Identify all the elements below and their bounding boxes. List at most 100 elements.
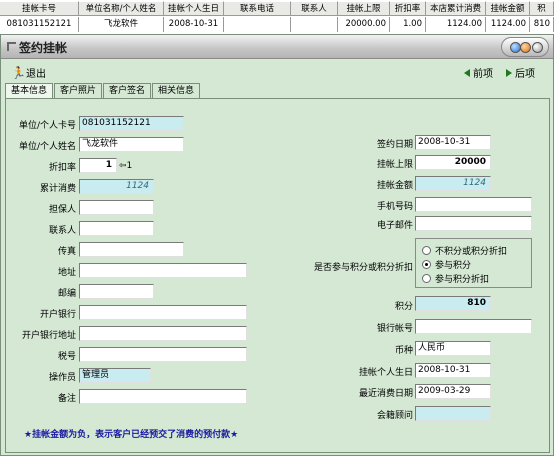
grid-header-birthday[interactable]: 挂帐个人生日 [164, 1, 224, 16]
radio-no-points[interactable]: 不积分或积分折扣 [422, 244, 507, 257]
title-bracket-icon [7, 42, 16, 51]
mobile-field[interactable] [415, 197, 532, 212]
last-consume-label: 最近消费日期 [358, 389, 413, 399]
tab-strip: 基本信息 客户照片 客户签名 相关信息 [5, 83, 201, 99]
email-label: 电子邮件 [376, 221, 413, 231]
arrow-left-icon [464, 68, 470, 77]
bank-address-label: 开户银行地址 [21, 331, 76, 341]
points-field[interactable]: 810 [415, 296, 491, 311]
close-icon[interactable] [532, 42, 543, 53]
grid-header-name[interactable]: 单位名称/个人姓名 [79, 1, 164, 16]
account-grid: 挂帐卡号 单位名称/个人姓名 挂帐个人生日 联系电话 联系人 挂帐上限 折扣率 … [0, 0, 554, 33]
currency-label: 币种 [394, 346, 413, 356]
postcode-label: 邮编 [57, 289, 76, 299]
grid-data-row[interactable]: 081031152121 飞龙软件 2008-10-31 20000.00 1.… [0, 17, 554, 32]
exit-button[interactable]: 🏃 退出 [11, 65, 46, 81]
bank-label: 开户银行 [39, 310, 76, 320]
operator-label: 操作员 [48, 373, 76, 383]
next-label: 后项 [515, 69, 535, 80]
tab-related-info[interactable]: 相关信息 [152, 83, 201, 98]
prev-button[interactable]: 前项 [464, 65, 493, 80]
grid-header-points[interactable]: 积 [530, 1, 554, 16]
card-no-label: 单位/个人卡号 [18, 121, 76, 131]
grid-header-card-no[interactable]: 挂帐卡号 [0, 1, 79, 16]
bank-account-field[interactable] [415, 319, 532, 334]
email-field[interactable] [415, 216, 532, 231]
contact-field[interactable] [79, 221, 154, 236]
radio-join-points-circle[interactable] [422, 260, 431, 269]
grid-header-total-consume[interactable]: 本店累计消费 [426, 1, 486, 16]
charge-amount-field[interactable]: 1124 [415, 176, 491, 191]
radio-points-discount-label: 参与积分折扣 [435, 275, 490, 285]
charge-amount-label: 挂帐金额 [376, 181, 413, 191]
grid-header-discount[interactable]: 折扣率 [390, 1, 426, 16]
bank-field[interactable] [79, 305, 247, 320]
sign-date-label: 签约日期 [376, 140, 413, 150]
last-consume-field[interactable]: 2009-03-29 [415, 384, 491, 399]
tax-no-label: 税号 [57, 352, 76, 362]
card-no-field[interactable]: 081031152121 [79, 116, 184, 131]
radio-points-discount-circle[interactable] [422, 274, 431, 283]
maximize-icon[interactable] [520, 42, 531, 53]
grid-cell-discount: 1.00 [390, 17, 426, 32]
name-label: 单位/个人姓名 [18, 142, 76, 152]
name-field[interactable]: 飞龙软件 [79, 137, 184, 152]
tab-customer-signature[interactable]: 客户签名 [103, 83, 152, 98]
radio-join-points-label: 参与积分 [435, 261, 472, 271]
postcode-field[interactable] [79, 284, 154, 299]
birthday-label: 挂帐个人生日 [358, 368, 413, 378]
grid-cell-contact [291, 17, 338, 32]
radio-no-points-label: 不积分或积分折扣 [435, 247, 508, 257]
next-button[interactable]: 后项 [506, 65, 535, 80]
points-option-label: 是否参与积分或积分折扣 [313, 263, 413, 273]
mobile-label: 手机号码 [376, 202, 413, 212]
advisor-field[interactable] [415, 406, 491, 421]
credit-limit-label: 挂帐上限 [376, 160, 413, 170]
points-option-group: 不积分或积分折扣 参与积分 参与积分折扣 [415, 238, 532, 288]
prev-label: 前项 [473, 69, 493, 80]
guarantor-field[interactable] [79, 200, 154, 215]
credit-limit-field[interactable]: 20000 [415, 155, 491, 170]
radio-no-points-circle[interactable] [422, 246, 431, 255]
radio-points-discount[interactable]: 参与积分折扣 [422, 272, 489, 285]
grid-header-phone[interactable]: 联系电话 [224, 1, 291, 16]
fax-field[interactable] [79, 242, 184, 257]
prepay-note: ★挂帐金额为负，表示客户已经预交了消费的预付款★ [24, 430, 239, 440]
currency-field[interactable]: 人民币 [415, 341, 491, 356]
exit-label: 退出 [26, 69, 46, 80]
grid-cell-name: 飞龙软件 [79, 17, 164, 32]
grid-cell-total-consume: 1124.00 [426, 17, 486, 32]
dialog-title: 签约挂帐 [19, 41, 68, 55]
sign-date-field[interactable]: 2008-10-31 [415, 135, 491, 150]
tab-customer-photo[interactable]: 客户照片 [54, 83, 103, 98]
arrow-right-icon [506, 68, 512, 77]
dialog-titlebar[interactable]: 签约挂帐 [1, 35, 553, 59]
contact-label: 联系人 [48, 226, 76, 236]
grid-cell-phone [224, 17, 291, 32]
exit-runner-icon: 🏃 [11, 65, 26, 80]
bank-account-label: 银行帐号 [376, 324, 413, 334]
grid-header-charge-amount[interactable]: 挂帐金额 [486, 1, 530, 16]
tab-basic-info[interactable]: 基本信息 [5, 83, 54, 99]
grid-cell-card-no: 081031152121 [0, 17, 79, 32]
grid-header-credit-limit[interactable]: 挂帐上限 [338, 1, 390, 16]
remark-field[interactable] [79, 389, 247, 404]
birthday-field[interactable]: 2008-10-31 [415, 363, 491, 378]
total-consume-field[interactable]: 1124 [79, 179, 154, 194]
grid-header-contact[interactable]: 联系人 [291, 1, 338, 16]
discount-field[interactable]: 1 [79, 158, 117, 173]
grid-cell-birthday: 2008-10-31 [164, 17, 224, 32]
total-consume-label: 累计消费 [39, 184, 76, 194]
fax-label: 传真 [57, 247, 76, 257]
remark-label: 备注 [57, 394, 76, 404]
bank-address-field[interactable] [79, 326, 247, 341]
address-field[interactable] [79, 263, 247, 278]
tax-no-field[interactable] [79, 347, 247, 362]
guarantor-label: 担保人 [48, 205, 76, 215]
advisor-label: 会籍顾问 [376, 411, 413, 421]
operator-field[interactable]: 管理员 [79, 368, 151, 383]
address-label: 地址 [57, 268, 76, 278]
radio-join-points[interactable]: 参与积分 [422, 258, 471, 271]
points-label: 积分 [394, 302, 413, 312]
grid-cell-points: 810 [530, 17, 554, 32]
